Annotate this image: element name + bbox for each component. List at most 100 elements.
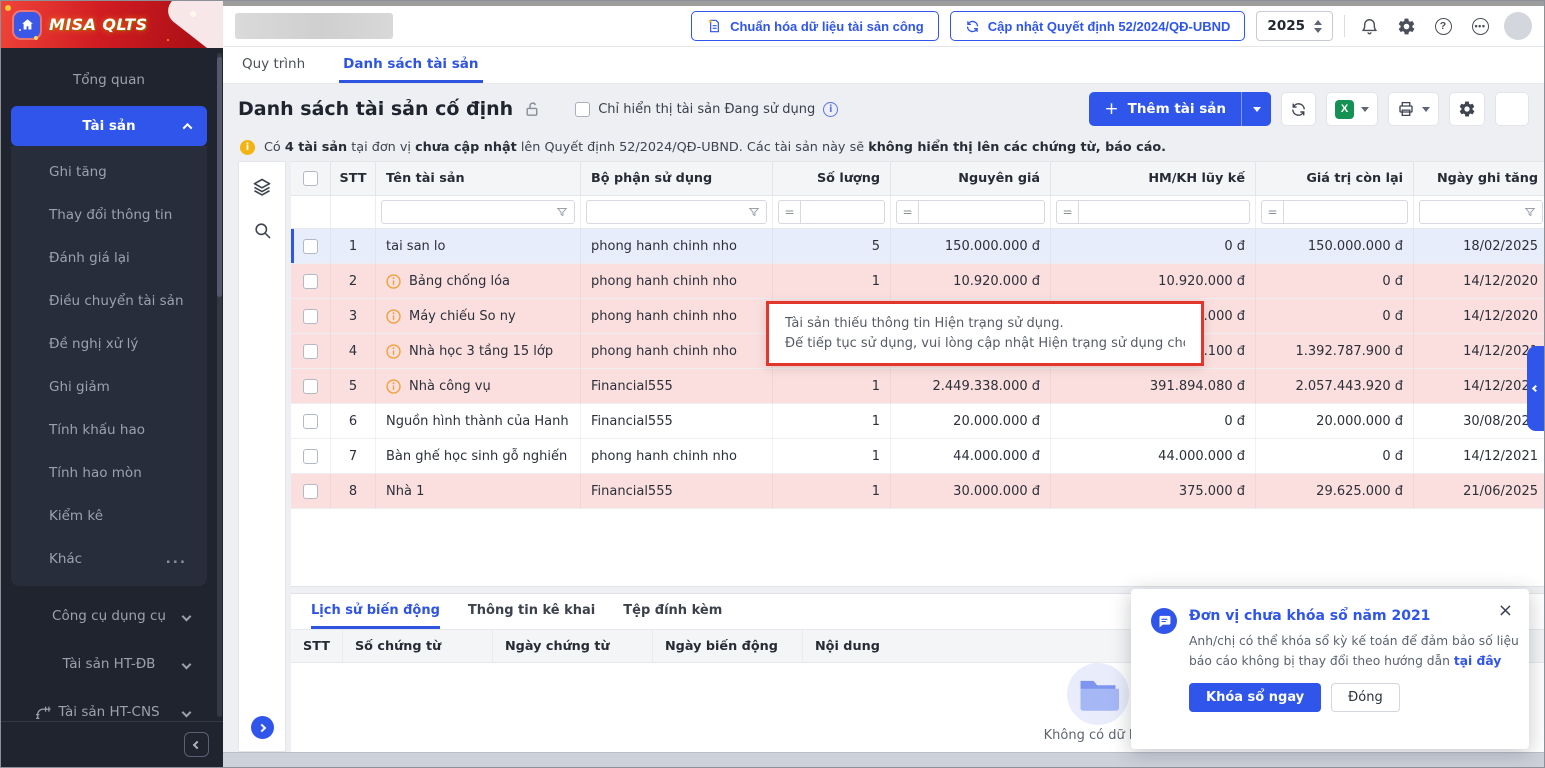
equals-operator[interactable]: =: [1261, 200, 1283, 224]
column-header-cost[interactable]: Nguyên giá: [891, 162, 1051, 196]
filter-input-remain[interactable]: [1290, 205, 1401, 219]
add-asset-button[interactable]: + Thêm tài sản: [1089, 92, 1271, 126]
column-header-remain[interactable]: Giá trị còn lại: [1256, 162, 1414, 196]
printer-icon: [1397, 100, 1415, 118]
close-popup-button[interactable]: Đóng: [1331, 683, 1400, 712]
print-button[interactable]: [1388, 92, 1439, 126]
filter-input-qty[interactable]: [807, 205, 878, 219]
fiscal-year-selector[interactable]: 2025: [1256, 11, 1333, 41]
more-dots-icon[interactable]: ...: [166, 551, 187, 567]
filter-input-name[interactable]: [388, 205, 552, 219]
filter-input-date[interactable]: [1426, 205, 1520, 219]
side-panel-handle[interactable]: [1527, 346, 1544, 431]
tab-danh-sach-tai-san[interactable]: Danh sách tài sản: [339, 47, 482, 83]
equals-operator[interactable]: =: [896, 200, 918, 224]
show-in-use-checkbox[interactable]: Chỉ hiển thị tài sản Đang sử dụng i: [575, 102, 838, 117]
asset-row[interactable]: 2Bảng chống lóaphong hanh chinh nho110.9…: [291, 264, 1544, 299]
checkbox-box[interactable]: [575, 102, 590, 117]
row-checkbox[interactable]: [303, 379, 318, 394]
popup-guide-link[interactable]: tại đây: [1454, 654, 1501, 668]
sidebar-item-tai-san[interactable]: Tài sản: [11, 106, 207, 146]
sidebar-group-2[interactable]: Tài sản HT-ĐB: [11, 640, 207, 688]
filter-cell-dept: [581, 196, 773, 229]
export-excel-button[interactable]: X: [1326, 92, 1378, 126]
cell-date: 14/12/2020: [1414, 369, 1544, 404]
column-header-qty[interactable]: Số lượng: [773, 162, 891, 196]
row-checkbox[interactable]: [303, 449, 318, 464]
layers-icon: [252, 177, 272, 197]
filter-input-acc[interactable]: [1085, 205, 1243, 219]
sidebar-item-tong-quan[interactable]: Tổng quan: [11, 60, 207, 100]
notifications-bell-button[interactable]: [1356, 13, 1382, 39]
column-header-date[interactable]: Ngày ghi tăng: [1414, 162, 1544, 196]
filter-input-dept[interactable]: [593, 205, 744, 219]
popup-close-icon[interactable]: ×: [1498, 602, 1513, 620]
update-decision-button[interactable]: Cập nhật Quyết định 52/2024/QĐ-UBND: [950, 11, 1246, 41]
lock-now-button[interactable]: Khóa sổ ngay: [1189, 683, 1321, 712]
equals-operator[interactable]: =: [1056, 200, 1078, 224]
standardize-data-button[interactable]: Chuẩn hóa dữ liệu tài sản công: [691, 11, 939, 41]
sidebar-group-1[interactable]: Công cụ dụng cụ: [11, 592, 207, 640]
column-header-name[interactable]: Tên tài sản: [376, 162, 581, 196]
row-checkbox[interactable]: [303, 414, 318, 429]
sidebar-subitem-8[interactable]: Tính hao mòn: [11, 451, 207, 494]
search-rows-button[interactable]: [253, 221, 272, 240]
cell-stt: 2: [331, 264, 376, 299]
select-all-checkbox[interactable]: [303, 171, 318, 186]
sidebar-collapse-button[interactable]: [184, 732, 209, 757]
refresh-icon: [1290, 101, 1307, 118]
detail-tab-2[interactable]: Thông tin kê khai: [468, 594, 595, 629]
extra-tool-button[interactable]: [1495, 92, 1529, 126]
expand-panel-button[interactable]: [251, 716, 274, 739]
cell-remain: 1.392.787.900 đ: [1256, 334, 1414, 369]
sidebar-subitem-1[interactable]: Ghi tăng: [11, 150, 207, 193]
chevron-down-icon: [182, 659, 192, 669]
row-checkbox[interactable]: [303, 309, 318, 324]
cell-cost: 10.920.000 đ: [891, 264, 1051, 299]
column-header-dept[interactable]: Bộ phận sử dụng: [581, 162, 773, 196]
row-checkbox[interactable]: [303, 239, 318, 254]
asset-row[interactable]: 6Nguồn hình thành của HanhFinancial55512…: [291, 404, 1544, 439]
detail-column-header: STT: [291, 630, 343, 662]
tab-quy-trinh[interactable]: Quy trình: [238, 47, 309, 83]
sidebar-subitem-4[interactable]: Điều chuyển tài sản: [11, 279, 207, 322]
more-options-button[interactable]: •••: [1467, 13, 1493, 39]
equals-operator[interactable]: =: [778, 200, 800, 224]
brand-banner[interactable]: MISA QLTS: [1, 1, 223, 48]
row-checkbox[interactable]: [303, 484, 318, 499]
sidebar-subitem-6[interactable]: Ghi giảm: [11, 365, 207, 408]
detail-tab-3[interactable]: Tệp đính kèm: [623, 594, 722, 629]
sidebar-subitem-7[interactable]: Tính khấu hao: [11, 408, 207, 451]
help-button[interactable]: ?: [1430, 13, 1456, 39]
ellipsis-icon: •••: [1472, 18, 1489, 35]
refresh-table-button[interactable]: [1281, 92, 1316, 126]
cell-cost: 20.000.000 đ: [891, 404, 1051, 439]
sidebar-subitem-2[interactable]: Thay đổi thông tin: [11, 193, 207, 236]
sidebar-subitem-3[interactable]: Đánh giá lại: [11, 236, 207, 279]
row-checkbox[interactable]: [303, 344, 318, 359]
table-settings-button[interactable]: [1449, 92, 1485, 126]
filter-input-cost[interactable]: [925, 205, 1038, 219]
user-avatar[interactable]: [1504, 12, 1532, 40]
asset-row[interactable]: 8Nhà 1Financial555130.000.000 đ375.000 đ…: [291, 474, 1544, 509]
column-header-acc[interactable]: HM/KH lũy kế: [1051, 162, 1256, 196]
sidebar-scrollbar-thumb[interactable]: [217, 57, 222, 297]
sidebar-subitem-5[interactable]: Đề nghị xử lý: [11, 322, 207, 365]
year-spinner-icon[interactable]: [1314, 20, 1322, 33]
asset-row[interactable]: 1tai san lophong hanh chinh nho5150.000.…: [291, 229, 1544, 264]
sidebar-subitem-label: Thay đổi thông tin: [49, 207, 172, 223]
sidebar-subitem-9[interactable]: Kiểm kê: [11, 494, 207, 537]
info-icon[interactable]: i: [823, 102, 838, 117]
cell-remain: 2.057.443.920 đ: [1256, 369, 1414, 404]
asset-row[interactable]: 7Bàn ghế học sinh gỗ nghiếnphong hanh ch…: [291, 439, 1544, 474]
detail-tab-1[interactable]: Lịch sử biến động: [311, 594, 440, 629]
group-layers-button[interactable]: [252, 177, 272, 197]
add-asset-dropdown-toggle[interactable]: [1241, 92, 1271, 126]
column-header-stt[interactable]: STT: [331, 162, 376, 196]
sidebar-subitem-10[interactable]: Khác...: [11, 537, 207, 580]
row-checkbox[interactable]: [303, 274, 318, 289]
unlock-icon[interactable]: [524, 101, 541, 118]
settings-gear-button[interactable]: [1393, 13, 1419, 39]
chevron-right-icon: [258, 723, 266, 731]
asset-row[interactable]: 5Nhà công vụFinancial55512.449.338.000 đ…: [291, 369, 1544, 404]
